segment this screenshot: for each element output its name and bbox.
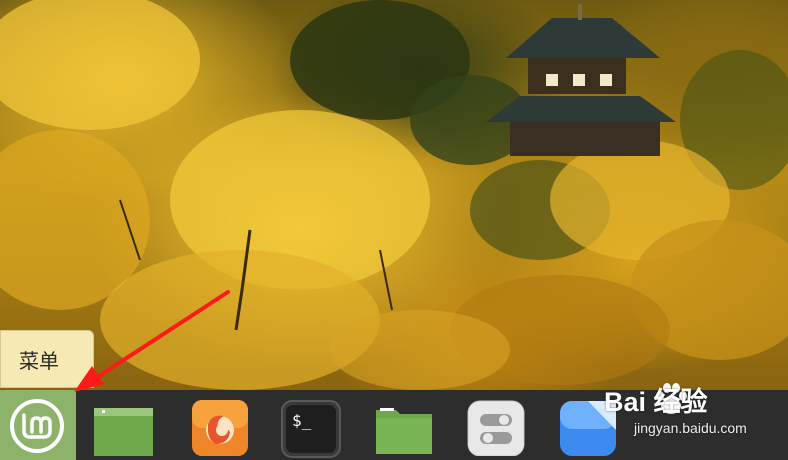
menu-button[interactable] <box>0 390 76 460</box>
pavilion-illustration <box>486 4 676 156</box>
files-launcher[interactable] <box>374 400 434 456</box>
menu-tooltip-text: 菜单 <box>19 348 59 373</box>
terminal-icon: $_ <box>281 400 341 458</box>
firefox-icon <box>192 400 248 456</box>
folder-icon <box>376 408 432 454</box>
watermark-url: jingyan.baidu.com <box>634 420 747 436</box>
show-desktop-icon <box>94 408 154 456</box>
desktop-wallpaper <box>0 0 788 390</box>
firefox-launcher[interactable] <box>190 400 250 456</box>
linux-mint-logo-icon <box>10 399 64 453</box>
settings-launcher[interactable] <box>466 400 526 457</box>
menu-tooltip: 菜单 <box>0 330 94 388</box>
terminal-glyph: $_ <box>292 411 312 430</box>
wallpaper-scene <box>0 0 788 390</box>
baidu-jingyan-watermark: Bai 经验 jingyan.baidu.com <box>600 378 780 444</box>
terminal-launcher[interactable]: $_ <box>280 400 341 458</box>
watermark-main-text: Bai 经验 <box>604 387 708 417</box>
show-desktop-launcher[interactable] <box>93 400 154 456</box>
settings-toggle-icon <box>467 400 525 457</box>
